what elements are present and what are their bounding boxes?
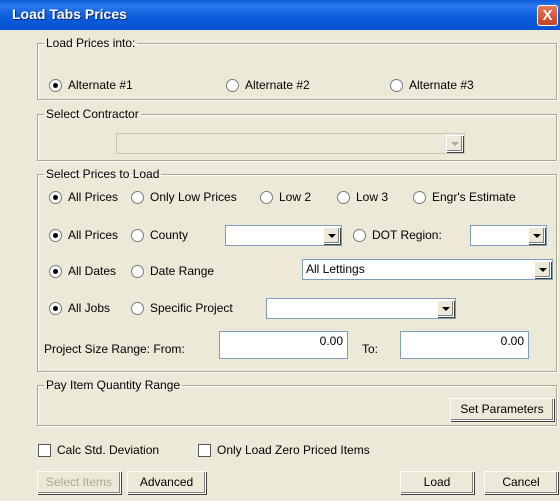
close-icon: X <box>542 7 553 24</box>
date-range-radio-indicator[interactable] <box>131 264 144 278</box>
select-prices-legend: Select Prices to Load <box>46 167 160 181</box>
load-button[interactable]: Load <box>400 471 474 494</box>
set-parameters-button[interactable]: Set Parameters <box>450 398 554 421</box>
all-locations-label: All Prices <box>68 228 119 242</box>
load-prices-into-legend: Load Prices into: <box>46 36 136 50</box>
cancel-button[interactable]: Cancel <box>484 471 558 494</box>
low-3-radio-indicator[interactable] <box>337 190 350 204</box>
zero-priced-label: Only Load Zero Priced Items <box>217 443 370 457</box>
chevron-down-icon[interactable] <box>528 227 545 244</box>
advanced-button[interactable]: Advanced <box>127 471 206 494</box>
all-dates-label: All Dates <box>68 264 117 278</box>
low-2-radio[interactable]: Low 2 <box>260 190 311 204</box>
alternate-2-radio[interactable]: Alternate #2 <box>226 78 310 92</box>
date-range-radio[interactable]: Date Range <box>131 264 214 278</box>
alternate-2-radio-indicator[interactable] <box>226 78 239 92</box>
chevron-down-icon[interactable] <box>446 135 463 152</box>
chevron-down-icon[interactable] <box>534 261 551 278</box>
low-2-label: Low 2 <box>279 190 312 204</box>
date-range-label: Date Range <box>150 264 215 278</box>
low-2-radio-indicator[interactable] <box>260 190 273 204</box>
dot-region-radio[interactable]: DOT Region: <box>353 228 442 242</box>
all-locations-radio-indicator[interactable] <box>49 228 62 242</box>
low-3-radio[interactable]: Low 3 <box>337 190 388 204</box>
only-low-prices-radio[interactable]: Only Low Prices <box>131 190 237 204</box>
select-items-button[interactable]: Select Items <box>37 471 121 494</box>
zero-priced-checkbox[interactable]: Only Load Zero Priced Items <box>198 443 370 457</box>
only-low-prices-label: Only Low Prices <box>150 190 237 204</box>
dot-region-radio-indicator[interactable] <box>353 228 366 242</box>
pay-item-quantity-legend: Pay Item Quantity Range <box>46 378 181 392</box>
calc-std-deviation-label: Calc Std. Deviation <box>57 443 160 457</box>
all-jobs-radio-indicator[interactable] <box>49 301 62 315</box>
chevron-down-icon[interactable] <box>323 227 340 244</box>
close-button[interactable]: X <box>537 5 558 26</box>
all-dates-radio-indicator[interactable] <box>49 264 62 278</box>
county-radio-indicator[interactable] <box>131 228 144 242</box>
size-to-label: To: <box>362 342 379 356</box>
dot-region-label: DOT Region: <box>372 228 442 242</box>
project-size-range-label: Project Size Range: From: <box>44 342 185 356</box>
zero-priced-box[interactable] <box>198 443 211 457</box>
dot-region-select[interactable] <box>470 225 547 246</box>
select-contractor-legend: Select Contractor <box>46 107 139 121</box>
county-radio[interactable]: County <box>131 228 188 242</box>
size-to-input[interactable]: 0.00 <box>400 331 529 359</box>
all-dates-radio[interactable]: All Dates <box>49 264 116 278</box>
size-from-value: 0.00 <box>319 334 343 348</box>
all-prices-label: All Prices <box>68 190 119 204</box>
all-jobs-radio[interactable]: All Jobs <box>49 301 110 315</box>
lettings-value: All Lettings <box>306 262 365 276</box>
alternate-3-radio-indicator[interactable] <box>390 78 403 92</box>
only-low-prices-radio-indicator[interactable] <box>131 190 144 204</box>
specific-project-radio-indicator[interactable] <box>131 301 144 315</box>
project-select[interactable] <box>266 298 456 319</box>
title-bar[interactable]: Load Tabs Prices X <box>0 0 560 30</box>
specific-project-label: Specific Project <box>150 301 233 315</box>
chevron-down-icon[interactable] <box>437 300 454 317</box>
all-jobs-label: All Jobs <box>68 301 111 315</box>
size-to-value: 0.00 <box>500 334 524 348</box>
all-locations-radio[interactable]: All Prices <box>49 228 118 242</box>
all-prices-radio-indicator[interactable] <box>49 190 62 204</box>
alternate-3-radio[interactable]: Alternate #3 <box>390 78 474 92</box>
lettings-select[interactable]: All Lettings <box>302 259 553 280</box>
alternate-3-label: Alternate #3 <box>409 78 474 92</box>
alternate-1-radio[interactable]: Alternate #1 <box>49 78 133 92</box>
calc-std-deviation-checkbox[interactable]: Calc Std. Deviation <box>38 443 159 457</box>
window-title: Load Tabs Prices <box>12 6 127 22</box>
low-3-label: Low 3 <box>356 190 389 204</box>
county-select[interactable] <box>225 225 342 246</box>
all-prices-radio[interactable]: All Prices <box>49 190 118 204</box>
engrs-estimate-radio-indicator[interactable] <box>413 190 426 204</box>
county-label: County <box>150 228 189 242</box>
contractor-select[interactable] <box>116 133 465 154</box>
calc-std-deviation-box[interactable] <box>38 443 51 457</box>
engrs-estimate-label: Engr's Estimate <box>432 190 516 204</box>
specific-project-radio[interactable]: Specific Project <box>131 301 233 315</box>
alternate-1-label: Alternate #1 <box>68 78 133 92</box>
alternate-1-radio-indicator[interactable] <box>49 78 62 92</box>
load-tabs-prices-dialog: Load Tabs Prices X Load Prices into: Alt… <box>0 0 560 501</box>
size-from-input[interactable]: 0.00 <box>219 331 348 359</box>
alternate-2-label: Alternate #2 <box>245 78 310 92</box>
engrs-estimate-radio[interactable]: Engr's Estimate <box>413 190 516 204</box>
